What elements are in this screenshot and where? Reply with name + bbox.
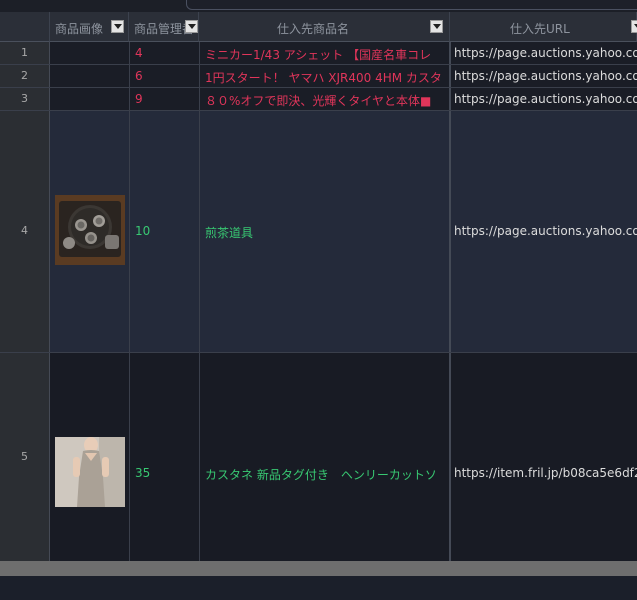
data-grid: 商品画像 商品管理番 仕入先商品名 仕入先URL 1 2 3 4 5 4 ミニカ…: [0, 12, 637, 561]
header-url-label: 仕入先URL: [510, 22, 570, 36]
tea-set-thumbnail[interactable]: [55, 195, 125, 265]
row-number[interactable]: 3: [0, 87, 50, 110]
search-box-edge[interactable]: [186, 0, 637, 10]
management-no-cell[interactable]: 35: [135, 466, 150, 480]
filter-dropdown-icon[interactable]: [430, 20, 443, 33]
url-cell[interactable]: https://page.auctions.yahoo.co.j: [454, 69, 637, 83]
url-cell[interactable]: https://item.fril.jp/b08ca5e6df20: [454, 466, 637, 480]
header-management-no[interactable]: 商品管理番: [129, 12, 199, 42]
header-name-label: 仕入先商品名: [277, 22, 350, 36]
column-divider: [199, 42, 200, 561]
header-image[interactable]: 商品画像: [50, 12, 129, 42]
product-name-cell[interactable]: ミニカー1/43 アシェット 【国産名車コレ: [205, 46, 448, 63]
management-no-cell[interactable]: 4: [135, 46, 143, 60]
header-name[interactable]: 仕入先商品名: [199, 12, 450, 42]
management-no-cell[interactable]: 9: [135, 92, 143, 106]
column-divider: [449, 42, 451, 561]
bottom-area: [0, 576, 637, 600]
row-number[interactable]: 5: [0, 352, 50, 561]
dress-thumbnail[interactable]: [55, 437, 125, 507]
table-row[interactable]: [50, 352, 637, 561]
row-number[interactable]: 4: [0, 110, 50, 352]
management-no-cell[interactable]: 6: [135, 69, 143, 83]
horizontal-scrollbar[interactable]: [0, 561, 637, 576]
row-divider: [0, 352, 637, 353]
header-corner[interactable]: [0, 12, 50, 42]
url-cell[interactable]: https://page.auctions.yahoo.co.j: [454, 224, 637, 238]
header-image-label: 商品画像: [55, 22, 104, 36]
url-cell[interactable]: https://page.auctions.yahoo.co.j: [454, 92, 637, 106]
column-divider: [129, 42, 130, 561]
management-no-cell[interactable]: 10: [135, 224, 150, 238]
row-number[interactable]: 1: [0, 42, 50, 64]
product-name-cell[interactable]: ８０%オフで即決、光輝くタイヤと本体■: [205, 92, 448, 109]
filter-dropdown-icon[interactable]: [185, 20, 198, 33]
header-url[interactable]: 仕入先URL: [450, 12, 637, 42]
row-number[interactable]: 2: [0, 64, 50, 87]
row-divider: [0, 64, 637, 65]
filter-dropdown-icon[interactable]: [631, 20, 637, 33]
url-cell[interactable]: https://page.auctions.yahoo.co.j: [454, 46, 637, 60]
filter-dropdown-icon[interactable]: [111, 20, 124, 33]
product-name-cell[interactable]: 煎茶道具: [205, 224, 448, 241]
product-name-cell[interactable]: カスタネ 新品タグ付き ヘンリーカットソ: [205, 466, 448, 483]
row-divider: [0, 87, 637, 88]
product-name-cell[interactable]: 1円スタート！ ヤマハ XJR400 4HM カスタ: [205, 69, 448, 86]
row-divider: [0, 110, 637, 111]
